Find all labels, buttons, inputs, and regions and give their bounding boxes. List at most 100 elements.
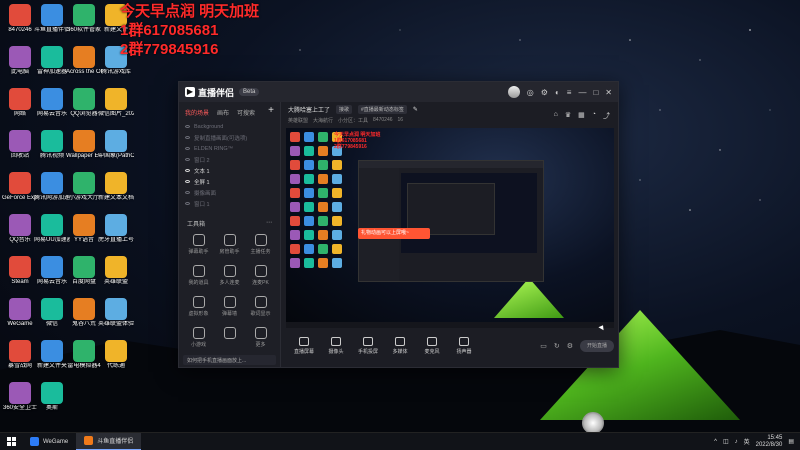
app-titlebar[interactable]: ▶ 直播伴侣 Beta ◎ ⚙ ◐ ≡ — □ ✕ [179,82,618,102]
notification-icon[interactable]: ▤ [788,438,794,445]
floating-avatar[interactable] [582,412,604,434]
tip-bar[interactable]: 如何把手机直播画面放上... [183,355,276,365]
tool-item[interactable]: 多人连麦 [214,265,245,286]
tool-item[interactable] [214,327,245,348]
tab-my-scenes[interactable]: 我的场景 [185,108,209,117]
desktop-icon[interactable]: WeGame [2,296,38,342]
desktop-icon[interactable]: 雷神加速器 [34,44,70,90]
stream-chip[interactable]: 接歌 [336,105,353,114]
clock[interactable]: 15:45 2022/8/30 [756,435,783,449]
desktop-icon[interactable]: Steam [2,254,38,300]
desktop-icon[interactable]: YY语音 [66,212,102,258]
desktop-icon[interactable]: 鬼谷八荒 [66,296,102,342]
tool-item[interactable]: 歌词显示 [245,296,276,317]
desktop-icon[interactable]: 中国象(PathOfN... [98,128,134,174]
taskbar-item[interactable]: WeGame [22,433,76,450]
scene-item[interactable]: 复制直播画面(可选项) [179,132,280,143]
close-icon[interactable]: ✕ [605,88,612,97]
desktop-icon[interactable]: Across the Obelisk [66,44,102,90]
network-icon[interactable]: ◫ [723,438,729,445]
desktop-icon[interactable]: GeForce Experience [2,170,38,216]
desktop-icon[interactable]: QQ浏览器 [66,86,102,132]
desktop-icon[interactable]: 暴雪战网 [2,338,38,384]
tool-item[interactable]: 更多 [245,327,276,348]
desktop-icon[interactable]: 小游戏大厅 [66,170,102,216]
tab-searchable[interactable]: 可搜索 [237,108,255,117]
desktop-icon[interactable]: 网易云音乐 [34,86,70,132]
skin-icon[interactable]: ◐ [555,88,560,97]
desktop-icon[interactable]: 8470246 [2,2,38,48]
eye-icon[interactable] [185,158,190,161]
desktop-icon[interactable]: 英雄联盟 [98,254,134,300]
add-scene-icon[interactable]: + [268,106,274,117]
scene-item[interactable]: 窗口 2 [179,154,280,165]
tool-item[interactable]: 弹幕墙 [214,296,245,317]
control-button[interactable]: 扬声器 [450,337,478,355]
desktop-icon[interactable]: 微信图片_2022081... [98,86,134,132]
menu-icon[interactable]: ≡ [567,88,572,97]
gear-icon[interactable]: ⚙ [567,342,573,350]
gift-icon[interactable]: ⌂ [554,111,558,121]
control-button[interactable]: 直播屏幕 [290,337,318,355]
desktop-icon[interactable]: QQ音乐 [2,212,38,258]
tool-item[interactable]: 连麦PK [245,265,276,286]
desktop-icon[interactable]: 此电脑 [2,44,38,90]
crown-icon[interactable]: ♛ [565,111,571,121]
taskbar-item[interactable]: 斗鱼直播伴侣 [76,432,142,450]
start-button[interactable] [0,433,22,450]
tray-up-icon[interactable]: ^ [714,439,717,445]
ime-indicator[interactable]: 英 [744,437,750,446]
desktop-icon[interactable]: 微信 [34,296,70,342]
scene-item[interactable]: 全屏 1 [179,176,280,187]
desktop-icon[interactable]: 奥斯 [34,380,70,426]
scene-item[interactable]: 文本 1 [179,165,280,176]
share-icon[interactable]: ⤴ [603,111,610,121]
volume-icon[interactable]: ♪ [735,439,738,445]
eye-icon[interactable] [185,191,190,194]
settings-icon[interactable]: ⚙ [541,88,548,97]
tool-item[interactable]: 小游戏 [183,327,214,348]
grid-icon[interactable]: ▦ [578,111,585,121]
control-button[interactable]: 手机投屏 [354,337,382,355]
desktop-icon[interactable]: 雷电模拟器4 [66,338,102,384]
bell-icon[interactable]: ◔ [592,111,596,121]
desktop-icon[interactable]: 代练通 [98,338,134,384]
headset-icon[interactable]: ◎ [527,88,534,97]
tool-item[interactable]: 弹幕助手 [183,234,214,255]
stream-title[interactable]: 大腾哈塞上工了 [288,105,330,114]
desktop-icon[interactable]: 腾讯网游加速器 [34,170,70,216]
scene-item[interactable]: 窗口 1 [179,198,280,209]
control-button[interactable]: 麦克风 [418,337,446,355]
desktop-icon[interactable]: 回收站 [2,128,38,174]
desktop-icon[interactable]: 新建文本文档 [98,170,134,216]
eye-icon[interactable] [185,180,190,183]
eye-icon[interactable] [185,147,190,150]
tab-canvas[interactable]: 画布 [217,108,229,117]
desktop-icon[interactable]: 新建文件夹 [34,338,70,384]
desktop-icon[interactable]: 网易UU加速器 [34,212,70,258]
loop-icon[interactable]: ↻ [554,342,560,350]
desktop-icon[interactable]: 英雄联盟体验服 [98,296,134,342]
desktop-icon[interactable]: 网络 [2,86,38,132]
record-icon[interactable]: ▭ [540,342,547,350]
scene-item[interactable]: Background [179,121,280,132]
tool-item[interactable]: 房管助手 [214,234,245,255]
minimize-icon[interactable]: — [578,88,586,97]
more-icon[interactable]: ⋯ [266,219,272,228]
control-button[interactable]: 多媒体 [386,337,414,355]
control-button[interactable]: 摄像头 [322,337,350,355]
desktop-icon[interactable]: 虎牙直播上号器 [98,212,134,258]
desktop-icon[interactable]: 百度网盘 [66,254,102,300]
desktop-icon[interactable]: 360软件管家 [66,2,102,48]
tool-item[interactable]: 我的道具 [183,265,214,286]
desktop-icon[interactable]: Wallpaper Engine... [66,128,102,174]
tool-item[interactable]: 虚拟形象 [183,296,214,317]
scene-item[interactable]: ELDEN RING™ [179,143,280,154]
scene-item[interactable]: 摄像画面 [179,187,280,198]
eye-icon[interactable] [185,169,190,172]
desktop-icon[interactable]: 360安全卫士 [2,380,38,426]
eye-icon[interactable] [185,202,190,205]
start-live-button[interactable]: 开始直播 [580,340,614,352]
desktop-icon[interactable]: 斗鱼直播伴侣 [34,2,70,48]
edit-icon[interactable]: ✎ [413,106,418,113]
